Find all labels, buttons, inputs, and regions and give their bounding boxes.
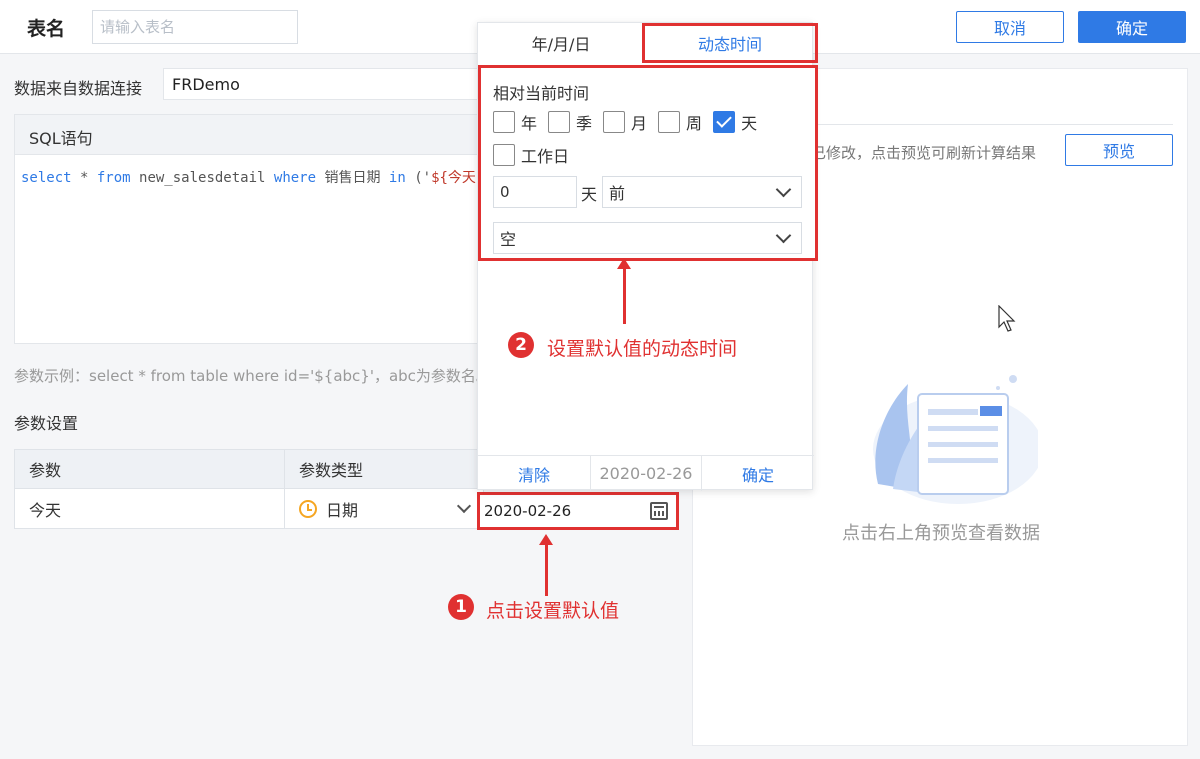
param-type-select[interactable]: 日期 [285,489,483,528]
checkbox-label: 季 [576,114,593,133]
checkbox-label: 年 [521,114,538,133]
sql-token: (' [405,170,432,186]
popup-confirm-button[interactable]: 确定 [702,456,814,491]
checkbox-icon[interactable] [493,111,515,133]
sql-keyword: where [273,170,317,186]
preview-button[interactable]: 预览 [1065,134,1173,166]
direction-value: 前 [609,184,626,203]
table-header-row: 参数 参数类型 [14,449,484,489]
checkbox-quarter[interactable]: 季 [548,110,592,134]
date-value: 2020-02-26 [484,502,572,520]
column-header-type: 参数类型 [299,461,364,480]
table-name-label: 表名 [27,18,66,40]
sql-token: 销售日期 [316,170,389,186]
param-name-cell: 今天 [15,489,285,528]
offset-unit-label: 天 [581,185,598,204]
sql-editor: SQL语句 select * from new_salesdetail wher… [14,114,484,344]
sql-keyword: select [21,170,72,186]
checkbox-day[interactable]: 天 [713,110,757,134]
table-row: 今天 日期 [14,489,484,529]
annotation-text-1: 点击设置默认值 [486,600,620,622]
connection-select[interactable]: FRDemo [163,68,483,100]
empty-data-text: 点击右上角预览查看数据 [842,523,1040,544]
offset-input[interactable] [493,176,577,208]
workday-row: 工作日 [493,143,580,167]
checkbox-icon[interactable] [603,111,626,133]
param-table: 参数 参数类型 今天 日期 [14,449,484,529]
popup-footer: 清除 2020-02-26 确定 [478,455,814,491]
period-checkbox-group: 年 季 月 周 天 [493,110,768,134]
param-example-text: 参数示例：select * from table where id='${abc… [14,367,491,385]
confirm-button[interactable]: 确定 [1078,11,1186,43]
relative-time-label: 相对当前时间 [493,84,590,103]
checkbox-month[interactable]: 月 [603,110,647,134]
param-type-value: 日期 [326,500,359,520]
secondary-select[interactable]: 空 [493,222,802,254]
default-date-field[interactable]: 2020-02-26 [477,492,679,530]
checkbox-label: 月 [631,114,648,133]
checkbox-icon[interactable] [658,111,681,133]
checkbox-icon[interactable] [493,144,515,166]
date-picker-popup: 年/月/日 动态时间 相对当前时间 年 季 月 周 天 工作日 天 前 空 清除… [477,22,818,491]
sql-keyword: in [388,170,406,186]
table-name-input[interactable] [92,10,298,44]
selected-date-display: 2020-02-26 [590,456,702,491]
popup-tabs: 年/月/日 动态时间 [478,23,818,63]
chevron-down-icon [775,181,792,197]
sql-code-area[interactable]: select * from new_salesdetail where 销售日期… [15,155,483,199]
connection-label: 数据来自数据连接 [14,79,143,98]
param-settings-title: 参数设置 [14,414,79,433]
step-badge-2: 2 [508,332,534,358]
annotation-text-2: 设置默认值的动态时间 [547,338,738,360]
clear-button[interactable]: 清除 [478,456,590,491]
relative-time-section: 相对当前时间 年 季 月 周 天 工作日 天 前 空 [478,65,818,261]
secondary-value: 空 [500,230,517,249]
mouse-cursor-icon [998,305,1016,332]
step-badge-1: 1 [448,594,474,620]
clock-icon [299,499,317,518]
checkbox-year[interactable]: 年 [493,110,537,134]
column-header-param: 参数 [15,450,285,488]
checkbox-checked-icon[interactable] [713,111,736,133]
annotation-arrow-1 [539,534,553,596]
preview-hint: 已修改，点击预览可刷新计算结果 [811,144,1037,162]
sql-token: * [71,170,97,186]
calendar-icon[interactable] [650,502,668,520]
sql-token: new_salesdetail [130,170,274,186]
chevron-down-icon [775,227,792,243]
annotation-arrow-2 [617,258,631,324]
tab-ymd[interactable]: 年/月/日 [478,23,644,63]
checkbox-label: 天 [741,114,758,133]
checkbox-week[interactable]: 周 [658,110,702,134]
tab-dynamic-time[interactable]: 动态时间 [642,23,818,63]
checkbox-workday[interactable]: 工作日 [493,143,569,167]
cancel-button[interactable]: 取消 [956,11,1064,43]
empty-data-illustration [873,375,1038,504]
chevron-down-icon [456,498,472,513]
checkbox-label: 工作日 [521,147,570,166]
direction-select[interactable]: 前 [602,176,802,208]
sql-keyword: from [96,170,131,186]
sql-param: ${今天 [431,170,476,186]
checkbox-icon[interactable] [548,111,571,133]
sql-title: SQL语句 [15,115,483,155]
checkbox-label: 周 [686,114,703,133]
divider [813,124,1173,125]
